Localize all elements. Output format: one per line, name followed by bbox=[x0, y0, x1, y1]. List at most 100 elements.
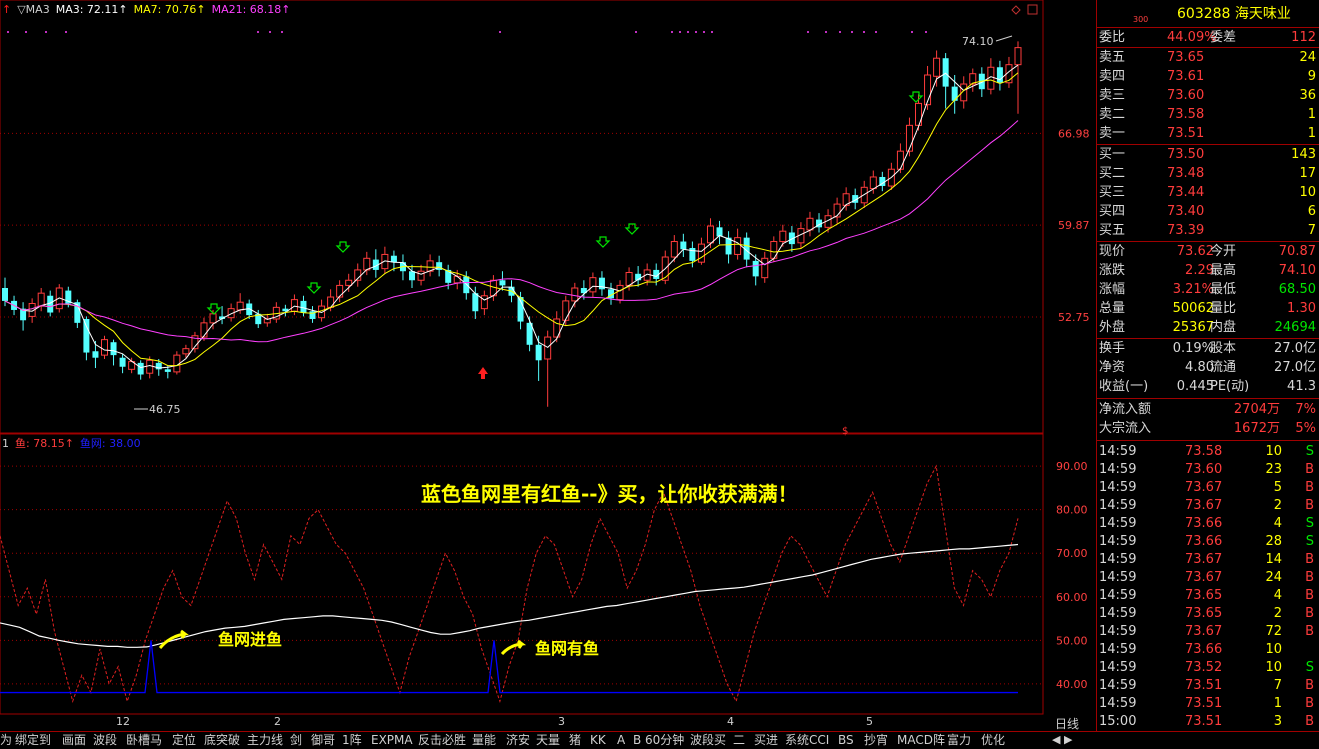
candle-body[interactable] bbox=[409, 271, 416, 281]
period-label[interactable]: 日线 bbox=[1055, 715, 1079, 732]
indicator-tab[interactable]: BS bbox=[838, 732, 854, 749]
candle-body[interactable] bbox=[417, 270, 425, 281]
bid-row: 买二 73.48 17 bbox=[1097, 164, 1319, 183]
candle-body[interactable] bbox=[562, 300, 570, 321]
tick-side: B bbox=[1305, 606, 1314, 621]
candle-body[interactable] bbox=[697, 243, 705, 263]
indicator-tab[interactable]: 波段 bbox=[93, 732, 117, 749]
candle-body[interactable] bbox=[616, 284, 624, 301]
candle-body[interactable] bbox=[951, 86, 958, 101]
indicator-tab[interactable]: 优化 bbox=[981, 732, 1005, 749]
stock-code-name[interactable]: 603288 海天味业 bbox=[1177, 3, 1291, 25]
candle-body[interactable] bbox=[589, 277, 597, 293]
maximize-icon[interactable] bbox=[1027, 4, 1038, 15]
indicator-tab[interactable]: 量能 bbox=[472, 732, 496, 749]
indicator-tab[interactable]: 定位 bbox=[172, 732, 196, 749]
candle-body[interactable] bbox=[869, 176, 877, 190]
candle-body[interactable] bbox=[779, 230, 787, 243]
candle-body[interactable] bbox=[499, 280, 506, 286]
indicator-tab[interactable]: 为 bbox=[0, 732, 12, 749]
bid-row: 买五 73.39 7 bbox=[1097, 221, 1319, 240]
candle-body[interactable] bbox=[137, 362, 144, 375]
candle-body[interactable] bbox=[436, 262, 443, 270]
candle-body[interactable] bbox=[236, 301, 244, 311]
candle-body[interactable] bbox=[734, 237, 742, 255]
ask-volume: 1 bbox=[1307, 107, 1316, 122]
candle-body[interactable] bbox=[806, 217, 814, 231]
candle-body[interactable] bbox=[100, 339, 108, 356]
candle-body[interactable] bbox=[933, 57, 941, 77]
tab-scroll-arrows[interactable]: ◀ ▶ bbox=[1052, 731, 1096, 749]
candle-body[interactable] bbox=[2, 288, 8, 301]
indicator-tab[interactable]: 剑 bbox=[290, 732, 302, 749]
candle-body[interactable] bbox=[472, 293, 479, 312]
indicator-tab[interactable]: 猪 bbox=[569, 732, 581, 749]
candle-body[interactable] bbox=[92, 351, 99, 358]
legend-title[interactable]: ▽MA3 bbox=[17, 3, 49, 16]
candle-body[interactable] bbox=[164, 369, 171, 372]
indicator-tab[interactable]: 主力线 bbox=[247, 732, 283, 749]
candle-body[interactable] bbox=[327, 296, 335, 308]
indicator-tab[interactable]: 抄宵 bbox=[864, 732, 888, 749]
candle-body[interactable] bbox=[942, 58, 949, 87]
indicator-tab[interactable]: 二 bbox=[733, 732, 745, 749]
candle-body[interactable] bbox=[37, 292, 45, 307]
indicator-tab[interactable]: 1阵 bbox=[342, 732, 362, 749]
indicator-tab[interactable]: 反击必胜 bbox=[418, 732, 466, 749]
candle-body[interactable] bbox=[110, 342, 117, 356]
indicator-tab[interactable]: MACD阵 bbox=[897, 732, 945, 749]
indicator-tab[interactable]: 60分钟 bbox=[645, 732, 684, 749]
indicator-tab[interactable]: 富力 bbox=[947, 732, 971, 749]
candle-body[interactable] bbox=[453, 275, 461, 284]
candle-body[interactable] bbox=[209, 313, 217, 324]
indicator-tab[interactable]: EXPMA bbox=[371, 732, 413, 749]
candle-body[interactable] bbox=[390, 255, 397, 263]
indicator-tab[interactable]: 卧槽马 bbox=[126, 732, 162, 749]
indicator-tab[interactable]: 画面 bbox=[62, 732, 86, 749]
quote-value: 70.87 bbox=[1278, 244, 1316, 259]
indicator-tab[interactable]: 底突破 bbox=[204, 732, 240, 749]
indicator-tab[interactable]: 绑定到 bbox=[15, 732, 51, 749]
candle-body[interactable] bbox=[571, 287, 579, 302]
candle-body[interactable] bbox=[83, 318, 90, 353]
candle-body[interactable] bbox=[345, 279, 353, 286]
candle-body[interactable] bbox=[200, 322, 208, 338]
indicator-tab[interactable]: 系统CCI bbox=[785, 732, 829, 749]
candlesticks[interactable] bbox=[2, 41, 1022, 407]
main-annotation: 蓝色鱼网里有红鱼--》买，让你收获满满！ bbox=[421, 482, 798, 506]
chart-area[interactable]: 66.98 59.87 52.75 90.00 80.00 70.00 60.00 50.0… bbox=[0, 0, 1096, 731]
diamond-icon[interactable] bbox=[1011, 5, 1021, 15]
candle-body[interactable] bbox=[761, 257, 769, 279]
candle-body[interactable] bbox=[336, 284, 344, 298]
indicator-tab[interactable]: 御哥 bbox=[311, 732, 335, 749]
indicator-tab[interactable]: 买进 bbox=[754, 732, 778, 749]
indicator-tab[interactable]: KK bbox=[590, 732, 606, 749]
price-axis-label: 52.75 bbox=[1058, 311, 1090, 324]
candle-body[interactable] bbox=[146, 359, 154, 374]
candle-body[interactable] bbox=[706, 225, 714, 244]
indicator-tab[interactable]: 天量 bbox=[536, 732, 560, 749]
quote-row: 涨幅 3.21% 最低 68.50 bbox=[1097, 280, 1319, 299]
candle-body[interactable] bbox=[896, 150, 904, 170]
candle-body[interactable] bbox=[1014, 47, 1022, 66]
candle-body[interactable] bbox=[535, 344, 542, 361]
candle-body[interactable] bbox=[670, 241, 678, 258]
indicator-tab[interactable]: A bbox=[617, 732, 625, 749]
price-gridlines bbox=[0, 132, 1043, 318]
candle-body[interactable] bbox=[290, 299, 298, 312]
annotation-arrow-icon bbox=[500, 639, 527, 656]
candle-body[interactable] bbox=[996, 67, 1003, 83]
candle-body[interactable] bbox=[752, 260, 759, 277]
indicator-tab[interactable]: 波段买 bbox=[690, 732, 726, 749]
candle-body[interactable] bbox=[300, 300, 307, 313]
candle-body[interactable] bbox=[182, 348, 190, 355]
candle-body[interactable] bbox=[905, 124, 913, 152]
candle-body[interactable] bbox=[119, 357, 126, 367]
ask-label: 卖四 bbox=[1099, 69, 1126, 84]
candle-body[interactable] bbox=[480, 295, 488, 310]
tick-volume: 4 bbox=[1273, 516, 1282, 531]
indicator-tab[interactable]: B bbox=[633, 732, 641, 749]
indicator-tab[interactable]: 济安 bbox=[506, 732, 530, 749]
candle-body[interactable] bbox=[680, 241, 687, 250]
candle-body[interactable] bbox=[544, 336, 552, 360]
